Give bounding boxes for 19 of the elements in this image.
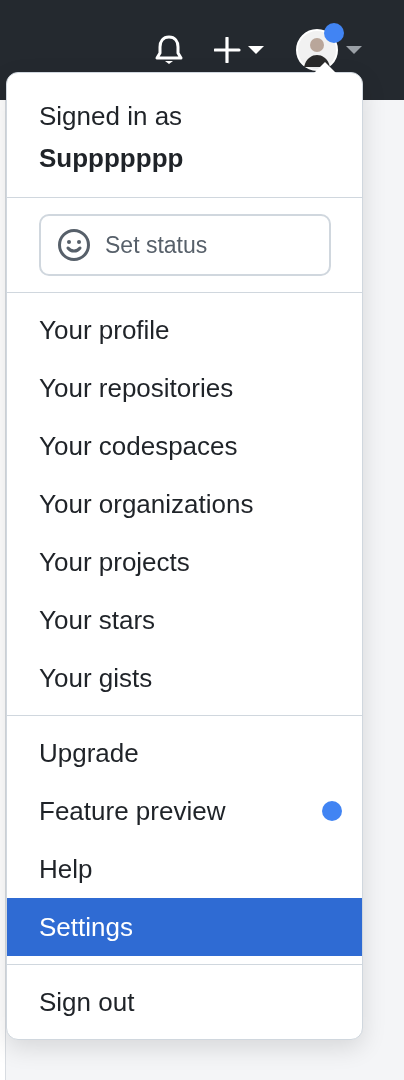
menu-item[interactable]: Your repositories (7, 359, 362, 417)
menu-item[interactable]: Your gists (7, 649, 362, 707)
set-status-button[interactable]: Set status (39, 214, 331, 276)
username: Suppppppp (39, 142, 185, 175)
menu-item[interactable]: Help (7, 840, 362, 898)
menu-item[interactable]: Settings (7, 898, 362, 956)
signed-in-label: Signed in as (39, 100, 184, 133)
menu-item[interactable]: Your codespaces (7, 417, 362, 475)
menu-item[interactable]: Your projects (7, 533, 362, 591)
plus-dropdown-icon[interactable] (214, 37, 266, 63)
menu-item[interactable]: Your profile (7, 301, 362, 359)
notification-bell-icon[interactable] (154, 34, 184, 66)
menu-item[interactable]: Your organizations (7, 475, 362, 533)
menu-item[interactable]: Upgrade (7, 724, 362, 782)
menu-item[interactable]: Sign out (7, 973, 362, 1031)
menu-item[interactable]: Your stars (7, 591, 362, 649)
caret-icon[interactable] (346, 45, 362, 55)
menu-item[interactable]: Feature preview (7, 782, 362, 840)
smiley-icon (57, 228, 91, 262)
